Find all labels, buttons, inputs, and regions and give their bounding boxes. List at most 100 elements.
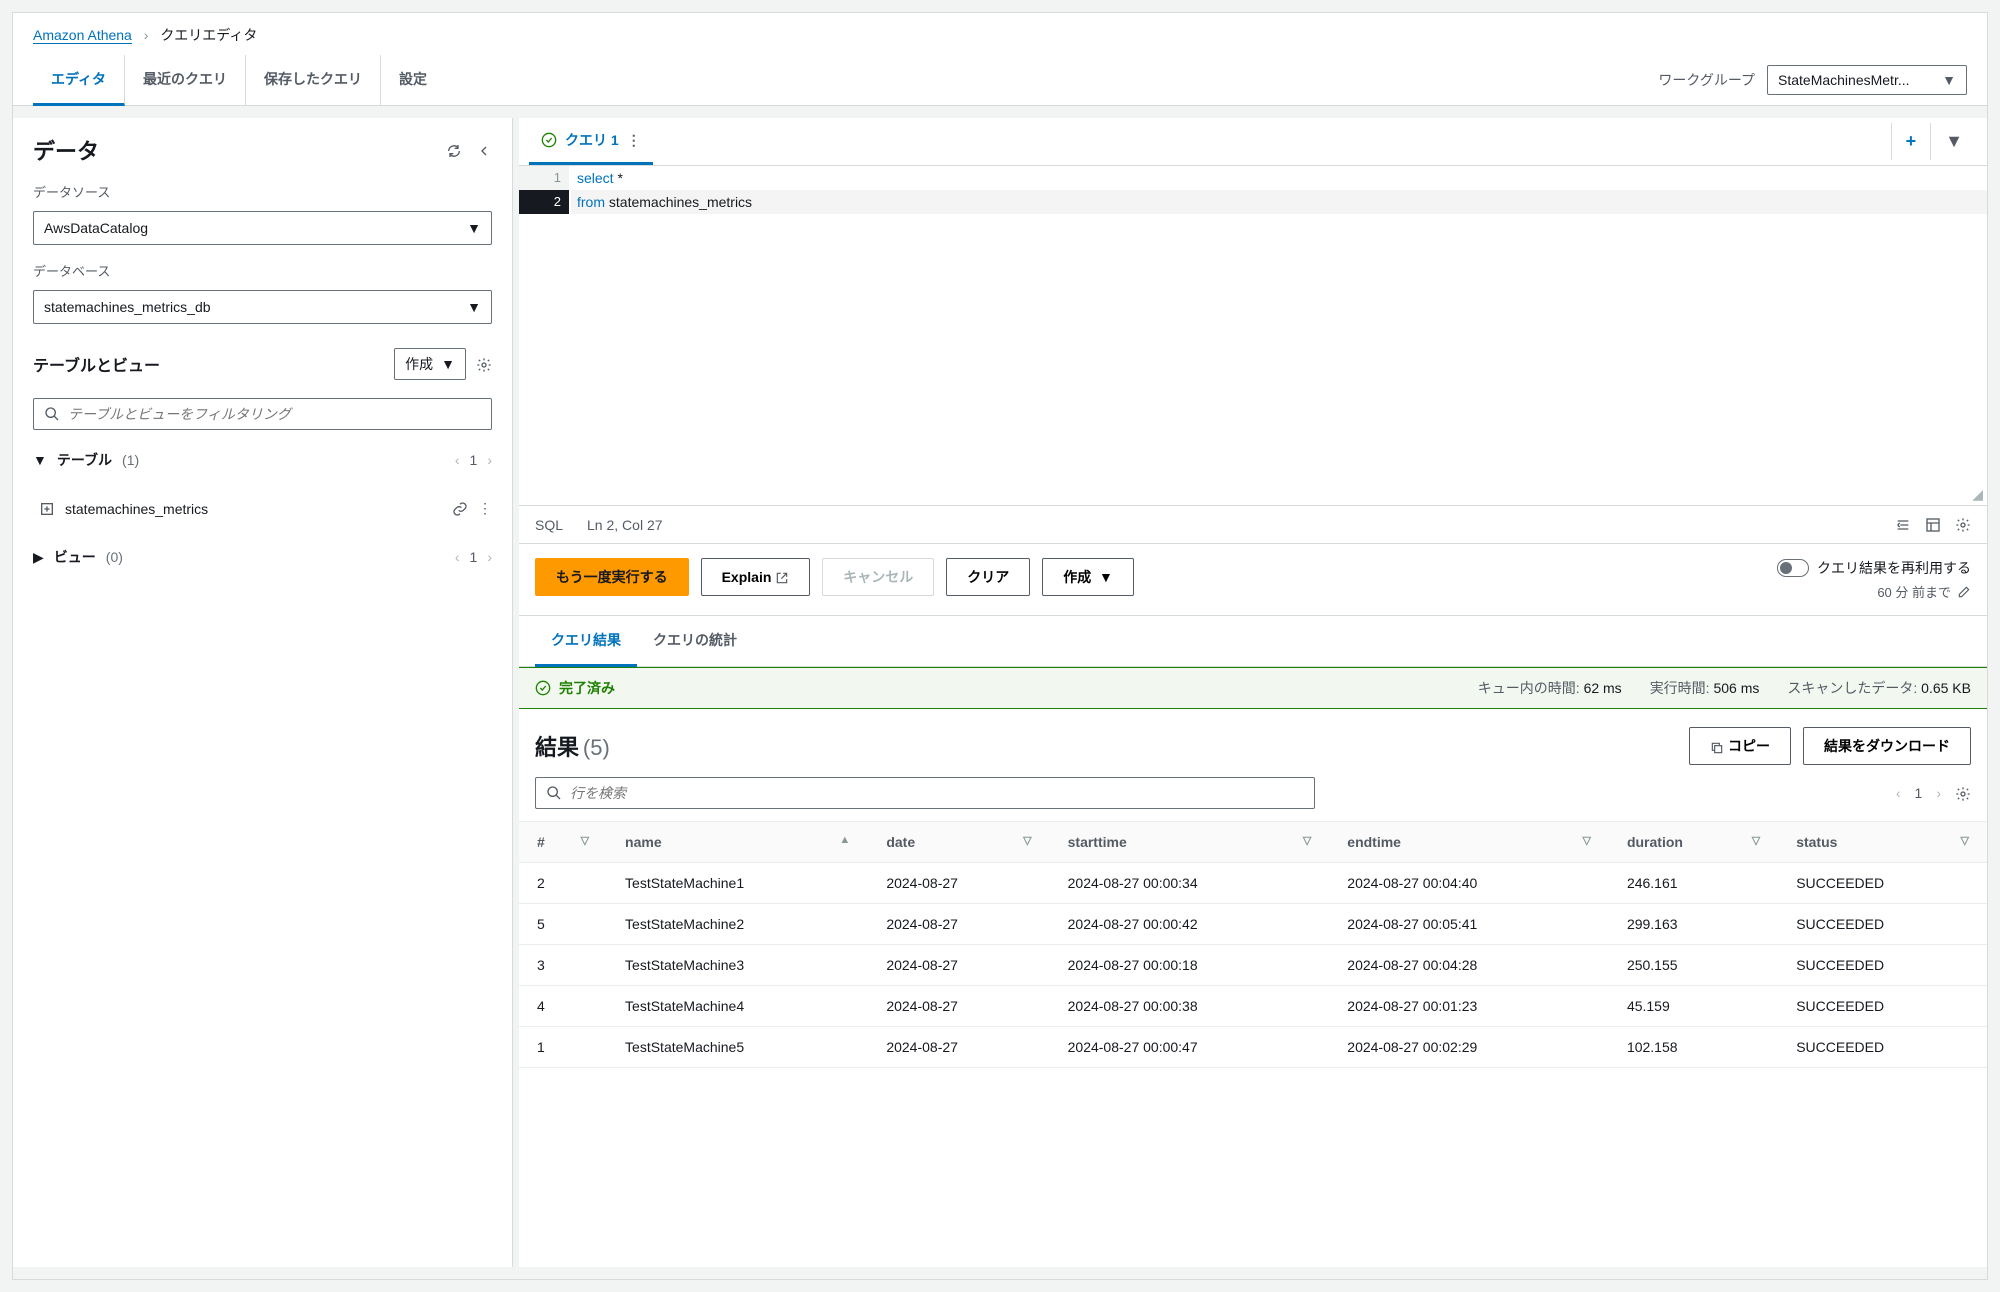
clear-button[interactable]: クリア bbox=[946, 558, 1030, 596]
copy-button[interactable]: コピー bbox=[1689, 727, 1791, 765]
col-date[interactable]: date▽ bbox=[868, 822, 1049, 863]
tab-saved[interactable]: 保存したクエリ bbox=[246, 55, 381, 105]
chevron-right-icon[interactable]: › bbox=[487, 452, 492, 468]
table-cell: 3 bbox=[519, 945, 607, 986]
layout-icon[interactable] bbox=[1925, 516, 1941, 533]
format-icon[interactable] bbox=[1895, 516, 1911, 533]
chevron-right-icon[interactable]: › bbox=[1936, 785, 1941, 801]
sidebar-title: データ bbox=[33, 134, 99, 166]
col-idx[interactable]: #▽ bbox=[519, 822, 607, 863]
caret-down-icon: ▼ bbox=[467, 299, 481, 315]
col-starttime[interactable]: starttime▽ bbox=[1050, 822, 1330, 863]
caret-down-icon: ▼ bbox=[441, 356, 455, 372]
col-duration[interactable]: duration▽ bbox=[1609, 822, 1778, 863]
table-cell: SUCCEEDED bbox=[1778, 863, 1987, 904]
table-cell: 246.161 bbox=[1609, 863, 1778, 904]
table-cell: 2024-08-27 bbox=[868, 945, 1049, 986]
table-cell: 2024-08-27 bbox=[868, 863, 1049, 904]
kebab-icon[interactable]: ⋮ bbox=[627, 132, 641, 149]
chevron-left-icon[interactable]: ‹ bbox=[455, 549, 460, 565]
add-query-tab-button[interactable]: + bbox=[1891, 123, 1931, 160]
table-cell: 102.158 bbox=[1609, 1027, 1778, 1068]
tab-query-stats[interactable]: クエリの統計 bbox=[637, 616, 753, 666]
col-endtime[interactable]: endtime▽ bbox=[1329, 822, 1609, 863]
datasource-select[interactable]: AwsDataCatalog ▼ bbox=[33, 211, 492, 245]
status-label: 完了済み bbox=[559, 678, 615, 698]
search-icon bbox=[546, 785, 562, 801]
chevron-right-icon[interactable]: › bbox=[487, 549, 492, 565]
caret-right-icon[interactable]: ▶ bbox=[33, 549, 44, 566]
query-tab-1[interactable]: クエリ 1 ⋮ bbox=[529, 118, 653, 165]
resize-handle-icon[interactable]: ◢ bbox=[1972, 486, 1983, 503]
table-row: 1TestStateMachine52024-08-272024-08-27 0… bbox=[519, 1027, 1987, 1068]
results-search-input[interactable] bbox=[535, 777, 1315, 809]
views-label[interactable]: ビュー bbox=[54, 547, 96, 567]
cursor-position: Ln 2, Col 27 bbox=[587, 517, 663, 533]
col-name[interactable]: name▲ bbox=[607, 822, 868, 863]
explain-button[interactable]: Explain bbox=[701, 558, 811, 596]
code-editor[interactable]: 1 2 select * from statemachines_metrics … bbox=[519, 166, 1987, 506]
datasource-value: AwsDataCatalog bbox=[44, 220, 148, 236]
chevron-right-icon: › bbox=[144, 27, 149, 43]
caret-down-icon[interactable]: ▼ bbox=[33, 452, 47, 468]
chevron-left-icon[interactable]: ‹ bbox=[1896, 785, 1901, 801]
views-page: 1 bbox=[470, 549, 478, 565]
workgroup-label: ワークグループ bbox=[1658, 70, 1755, 90]
collapse-sidebar-icon[interactable] bbox=[476, 141, 492, 158]
table-cell: 2024-08-27 00:00:47 bbox=[1050, 1027, 1330, 1068]
table-row: 3TestStateMachine32024-08-27 2024-08-27 0… bbox=[519, 945, 1987, 986]
chevron-left-icon[interactable]: ‹ bbox=[455, 452, 460, 468]
table-row: 4TestStateMachine42024-08-272024-08-27 0… bbox=[519, 986, 1987, 1027]
table-cell: 250.155 bbox=[1609, 945, 1778, 986]
gear-icon[interactable] bbox=[1955, 785, 1971, 802]
table-cell: 2024-08-27 00:04:28 bbox=[1329, 945, 1609, 986]
tab-recent[interactable]: 最近のクエリ bbox=[125, 55, 246, 105]
kebab-icon[interactable]: ⋮ bbox=[478, 500, 492, 517]
reuse-label: クエリ結果を再利用する bbox=[1817, 558, 1971, 578]
expand-icon[interactable] bbox=[39, 500, 55, 517]
col-status[interactable]: status▽ bbox=[1778, 822, 1987, 863]
caret-down-icon: ▼ bbox=[467, 220, 481, 236]
table-cell: TestStateMachine4 bbox=[607, 986, 868, 1027]
table-cell: SUCCEEDED bbox=[1778, 904, 1987, 945]
tables-count: (1) bbox=[122, 452, 139, 468]
link-icon[interactable] bbox=[452, 500, 468, 517]
tab-settings[interactable]: 設定 bbox=[381, 55, 445, 105]
tables-filter-input[interactable] bbox=[33, 398, 492, 430]
tab-query-results[interactable]: クエリ結果 bbox=[535, 616, 637, 667]
table-cell: 2024-08-27 00:04:40 bbox=[1329, 863, 1609, 904]
table-item[interactable]: statemachines_metrics bbox=[65, 501, 208, 517]
table-cell: 2024-08-27 00:00:38 bbox=[1050, 986, 1330, 1027]
table-cell: 2024-08-27 00:02:29 bbox=[1329, 1027, 1609, 1068]
refresh-icon[interactable] bbox=[446, 141, 462, 158]
check-circle-icon bbox=[541, 132, 557, 148]
tables-label[interactable]: テーブル bbox=[57, 450, 112, 470]
database-label: データベース bbox=[33, 261, 492, 280]
tables-page: 1 bbox=[470, 452, 478, 468]
table-cell: SUCCEEDED bbox=[1778, 986, 1987, 1027]
reuse-results-toggle[interactable] bbox=[1777, 559, 1809, 577]
breadcrumb-service-link[interactable]: Amazon Athena bbox=[33, 27, 132, 44]
table-cell: 2024-08-27 00:00:42 bbox=[1050, 904, 1330, 945]
gear-icon[interactable] bbox=[476, 355, 492, 372]
edit-icon[interactable] bbox=[1957, 585, 1971, 599]
cancel-button: キャンセル bbox=[822, 558, 934, 596]
table-cell: 2024-08-27 00:01:23 bbox=[1329, 986, 1609, 1027]
create-button[interactable]: 作成 ▼ bbox=[1042, 558, 1134, 596]
database-select[interactable]: statemachines_metrics_db ▼ bbox=[33, 290, 492, 324]
check-circle-icon bbox=[535, 680, 551, 696]
download-results-button[interactable]: 結果をダウンロード bbox=[1803, 727, 1971, 765]
run-again-button[interactable]: もう一度実行する bbox=[535, 558, 689, 596]
table-cell: TestStateMachine3 bbox=[607, 945, 868, 986]
gear-icon[interactable] bbox=[1955, 516, 1971, 533]
external-link-icon bbox=[775, 571, 789, 585]
copy-icon bbox=[1710, 741, 1724, 755]
tab-editor[interactable]: エディタ bbox=[33, 55, 125, 106]
table-cell: 5 bbox=[519, 904, 607, 945]
create-table-button[interactable]: 作成 ▼ bbox=[394, 348, 466, 380]
workgroup-select[interactable]: StateMachinesMetr... ▼ bbox=[1767, 65, 1967, 95]
table-cell: 2024-08-27 00:00:34 bbox=[1050, 863, 1330, 904]
datasource-label: データソース bbox=[33, 182, 492, 201]
code-line: from statemachines_metrics bbox=[571, 190, 1987, 214]
tab-menu-button[interactable]: ▼ bbox=[1930, 123, 1977, 160]
